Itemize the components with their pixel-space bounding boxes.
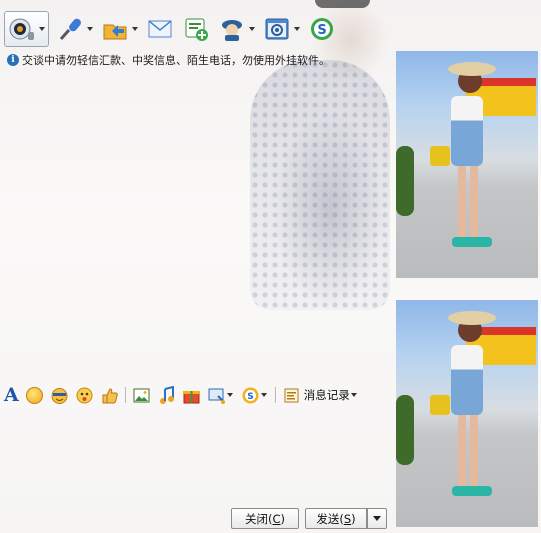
- gift-icon: [182, 386, 201, 405]
- remote-assist-icon: [217, 14, 247, 44]
- message-input-area[interactable]: [0, 408, 392, 504]
- soso-small-icon: S: [241, 386, 260, 405]
- font-button[interactable]: A: [4, 384, 19, 406]
- toolbar-divider: [124, 387, 126, 403]
- video-call-button[interactable]: [4, 11, 49, 47]
- video-call-dropdown-caret[interactable]: [37, 27, 46, 31]
- magic-face-icon: [50, 386, 69, 405]
- photo-hat: [448, 311, 496, 326]
- thumbs-up-icon: [100, 386, 119, 405]
- voice-call-button[interactable]: [55, 11, 94, 47]
- message-history-label: 消息记录: [303, 388, 350, 402]
- soso-expression-button[interactable]: S: [241, 385, 269, 405]
- send-button-label: 发送: [316, 511, 340, 526]
- voice-call-dropdown-caret[interactable]: [85, 27, 94, 31]
- photo-tree: [396, 395, 414, 466]
- soso-button[interactable]: S: [307, 11, 337, 47]
- music-note-icon: [157, 385, 176, 405]
- photo-bag: [430, 146, 450, 167]
- contact-photo-top: [396, 51, 538, 278]
- toolbar-divider: [274, 387, 276, 403]
- send-button-shortcut: S: [343, 511, 352, 526]
- soso-icon: S: [307, 14, 337, 44]
- photo-tree: [396, 146, 414, 217]
- send-file-icon: [100, 14, 130, 44]
- create-group-icon: [181, 14, 211, 44]
- smiley-icon: [25, 386, 44, 405]
- message-history-dropdown-caret[interactable]: [350, 393, 359, 397]
- skin-dress-figure: [250, 60, 390, 310]
- send-file-button[interactable]: [100, 11, 139, 47]
- photo-bag: [430, 395, 450, 416]
- close-button[interactable]: 关闭(C): [231, 508, 299, 529]
- send-file-dropdown-caret[interactable]: [130, 27, 139, 31]
- video-call-icon: [7, 14, 37, 44]
- close-button-shortcut: C: [272, 511, 281, 526]
- skin-sunglasses: [315, 0, 370, 8]
- screen-shake-button[interactable]: [75, 385, 94, 405]
- photo-body: [451, 96, 483, 167]
- photo-shoes: [452, 486, 492, 497]
- message-history-button[interactable]: 消息记录: [282, 385, 359, 405]
- send-image-button[interactable]: [132, 385, 151, 405]
- email-icon: [145, 14, 175, 44]
- screenshot-dropdown-caret[interactable]: [226, 393, 235, 397]
- music-button[interactable]: [157, 385, 176, 405]
- security-notice-text: 交谈中请勿轻信汇款、中奖信息、陌生电话，勿使用外挂软件。: [22, 54, 330, 67]
- magic-emoticon-button[interactable]: [50, 385, 69, 405]
- photo-hat: [448, 62, 496, 77]
- create-group-button[interactable]: [181, 11, 211, 47]
- image-icon: [132, 386, 151, 405]
- svg-text:S: S: [247, 392, 253, 402]
- send-button[interactable]: 发送(S): [305, 508, 367, 529]
- font-icon: A: [4, 384, 19, 406]
- photo-shoes: [452, 237, 492, 248]
- close-button-label: 关闭: [244, 511, 268, 526]
- app-settings-button[interactable]: [262, 11, 301, 47]
- shake-face-icon: [75, 386, 94, 405]
- screenshot-button[interactable]: [207, 385, 235, 405]
- voice-call-icon: [55, 14, 85, 44]
- soso-dropdown-caret[interactable]: [260, 393, 269, 397]
- photo-legs: [458, 164, 478, 240]
- thumbs-up-button[interactable]: [100, 385, 119, 405]
- photo-body: [451, 345, 483, 416]
- chat-toolbar: S: [0, 10, 380, 48]
- svg-text:S: S: [317, 23, 326, 38]
- remote-assist-button[interactable]: [217, 11, 256, 47]
- emoticon-button[interactable]: [25, 385, 44, 405]
- history-icon: [282, 386, 301, 405]
- email-button[interactable]: [145, 11, 175, 47]
- info-icon: i: [7, 54, 19, 66]
- self-photo-bottom: [396, 300, 538, 527]
- app-settings-icon: [262, 14, 292, 44]
- input-toolbar: A S 消息记录: [0, 384, 385, 406]
- app-settings-dropdown-caret[interactable]: [292, 27, 301, 31]
- photo-legs: [458, 413, 478, 489]
- security-notice: i 交谈中请勿轻信汇款、中奖信息、陌生电话，勿使用外挂软件。: [7, 52, 330, 68]
- screenshot-icon: [207, 386, 226, 405]
- gift-button[interactable]: [182, 385, 201, 405]
- remote-assist-dropdown-caret[interactable]: [247, 27, 256, 31]
- send-options-dropdown[interactable]: [367, 508, 387, 529]
